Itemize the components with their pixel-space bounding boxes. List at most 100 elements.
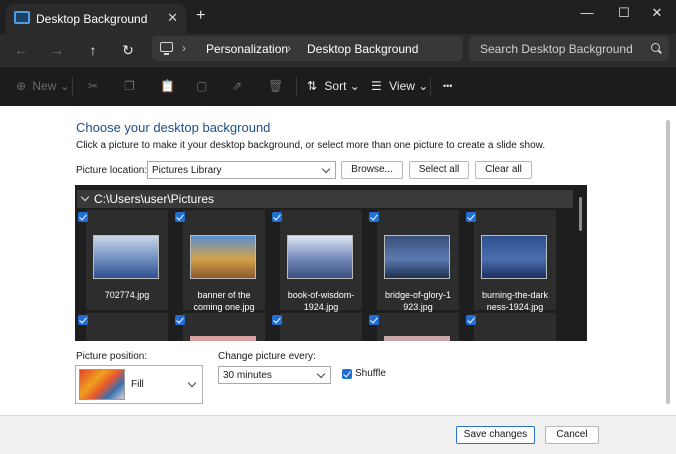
picture-thumbnail	[190, 336, 256, 341]
more-options-button[interactable]: •••	[443, 81, 452, 91]
content-area: Choose your desktop background Click a p…	[0, 106, 676, 454]
desktop-background-icon	[14, 11, 30, 24]
sort-button[interactable]: ⇅ Sort ⌄	[307, 79, 360, 93]
picture-caption: 702774.jpg	[79, 289, 175, 301]
view-button[interactable]: ☰ View ⌄	[371, 79, 428, 93]
minimize-button[interactable]: —	[575, 5, 599, 20]
picture-caption: book-of-wisdom- 1924.jpg	[273, 289, 369, 313]
forward-button[interactable]: →	[46, 40, 68, 60]
picture-position-label: Picture position:	[76, 351, 148, 362]
chevron-down-icon	[316, 369, 326, 379]
picture-caption-line: coming one.jpg	[193, 302, 255, 312]
picture-checkbox[interactable]	[466, 315, 476, 325]
save-changes-button[interactable]: Save changes	[456, 426, 535, 444]
search-box[interactable]: Search Desktop Background	[469, 36, 669, 61]
browse-button[interactable]: Browse...	[341, 161, 403, 179]
picture-location-label: Picture location:	[76, 165, 148, 176]
close-window-button[interactable]: ✕	[645, 5, 669, 21]
new-label: New	[32, 79, 57, 93]
chevron-down-icon: ⌄	[59, 79, 70, 93]
page-heading: Choose your desktop background	[76, 120, 271, 135]
refresh-button[interactable]: ↻	[117, 40, 139, 60]
close-tab-icon[interactable]: ✕	[167, 10, 178, 26]
new-icon: ⊕	[16, 79, 27, 93]
change-every-select[interactable]: 30 minutes	[218, 366, 331, 384]
new-button[interactable]: ⊕ New ⌄	[16, 79, 70, 93]
picture-thumbnail	[190, 235, 256, 279]
cancel-button[interactable]: Cancel	[545, 426, 599, 444]
picture-caption-line: bridge-of-glory-1	[384, 290, 452, 300]
chevron-down-icon: ⌄	[418, 79, 429, 93]
shuffle-label: Shuffle	[355, 368, 386, 379]
picture-thumbnail	[287, 235, 353, 279]
sort-icon: ⇅	[307, 79, 318, 93]
tab-title: Desktop Background	[36, 12, 148, 26]
picture-tile[interactable]	[280, 313, 362, 341]
picture-checkbox[interactable]	[78, 212, 88, 222]
picture-caption-line: book-of-wisdom-	[287, 290, 355, 300]
breadcrumb[interactable]: › Personalization › Desktop Background	[152, 36, 463, 61]
change-every-label: Change picture every:	[218, 351, 316, 362]
picture-checkbox[interactable]	[272, 212, 282, 222]
breadcrumb-separator-icon: ›	[287, 41, 291, 55]
sort-label: Sort	[324, 79, 347, 93]
chevron-down-icon	[80, 192, 90, 202]
folder-group-title: C:\Users\user\Pictures	[94, 192, 215, 206]
select-all-button[interactable]: Select all	[409, 161, 469, 179]
picture-tile[interactable]	[474, 313, 556, 341]
cut-icon[interactable]: ✂	[88, 79, 98, 93]
picture-caption-line: burning-the-dark	[481, 290, 549, 300]
picture-tile[interactable]	[86, 313, 168, 341]
picture-position-value: Fill	[131, 379, 144, 390]
gallery-scrollbar[interactable]	[579, 197, 582, 231]
picture-location-value: Pictures Library	[152, 165, 222, 176]
toolbar-divider	[72, 77, 73, 97]
picture-caption: burning-the-dark ness-1924.jpg	[467, 289, 563, 313]
chevron-down-icon	[321, 164, 331, 174]
share-icon[interactable]: ⇗	[232, 79, 242, 93]
position-preview-image	[79, 369, 125, 400]
chevron-down-icon: ⌄	[349, 79, 360, 93]
picture-checkbox[interactable]	[369, 315, 379, 325]
picture-position-select[interactable]: Fill	[75, 365, 203, 404]
page-scrollbar[interactable]	[666, 120, 670, 404]
delete-icon[interactable]: 🗑	[268, 79, 283, 93]
picture-caption-line: banner of the	[197, 290, 251, 300]
new-tab-button[interactable]: +	[196, 8, 205, 24]
picture-checkbox[interactable]	[78, 315, 88, 325]
folder-group-header[interactable]: C:\Users\user\Pictures	[77, 190, 573, 208]
picture-caption: banner of the coming one.jpg	[176, 289, 272, 313]
search-placeholder: Search Desktop Background	[480, 42, 633, 56]
toolbar-divider	[296, 77, 297, 97]
back-button[interactable]: ←	[10, 40, 32, 60]
address-bar: ← → ↑ ↻ › Personalization › Desktop Back…	[0, 34, 676, 66]
window-tab[interactable]: Desktop Background ✕	[6, 4, 186, 34]
picture-checkbox[interactable]	[369, 212, 379, 222]
picture-caption-line: 923.jpg	[403, 302, 433, 312]
view-label: View	[389, 79, 415, 93]
breadcrumb-separator-icon: ›	[182, 41, 186, 55]
picture-checkbox[interactable]	[466, 212, 476, 222]
page-description: Click a picture to make it your desktop …	[76, 140, 546, 151]
search-icon	[651, 43, 660, 52]
picture-checkbox[interactable]	[272, 315, 282, 325]
picture-caption-line: 1924.jpg	[303, 302, 339, 312]
picture-checkbox[interactable]	[175, 212, 185, 222]
picture-caption-line: ness-1924.jpg	[486, 302, 544, 312]
paste-icon[interactable]: 📋	[160, 79, 175, 93]
breadcrumb-item-personalization[interactable]: Personalization	[206, 42, 288, 56]
maximize-button[interactable]: ☐	[612, 5, 636, 21]
chevron-down-icon	[187, 378, 197, 388]
copy-icon[interactable]: ❐	[124, 79, 135, 93]
title-bar: Desktop Background ✕ + — ☐ ✕	[0, 0, 676, 34]
picture-thumbnail	[384, 235, 450, 279]
shuffle-checkbox[interactable]	[342, 369, 352, 379]
picture-checkbox[interactable]	[175, 315, 185, 325]
picture-location-select[interactable]: Pictures Library	[147, 161, 336, 179]
breadcrumb-item-desktop-background[interactable]: Desktop Background	[307, 42, 418, 56]
rename-icon[interactable]: ▢	[196, 79, 207, 93]
picture-gallery[interactable]: C:\Users\user\Pictures 702774.jpg banner …	[75, 185, 587, 341]
up-button[interactable]: ↑	[82, 40, 104, 60]
picture-caption: bridge-of-glory-1 923.jpg	[370, 289, 466, 313]
clear-all-button[interactable]: Clear all	[475, 161, 532, 179]
